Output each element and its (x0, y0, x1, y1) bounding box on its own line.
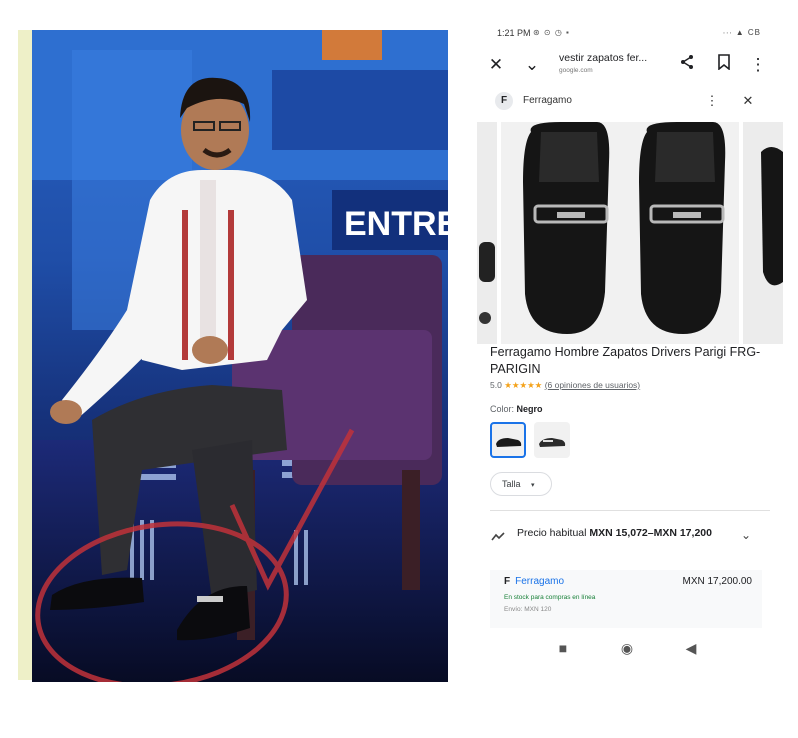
size-label: Talla (502, 479, 521, 489)
close-icon[interactable]: ✕ (485, 54, 507, 76)
chevron-down-icon[interactable]: ⌄ (521, 54, 543, 76)
status-system-icons: ∙∙∙ ▲ CB (722, 28, 761, 37)
result-card-header: F Ferragamo ⋮ ✕ (477, 90, 783, 114)
phone-screenshot: 1:21 PM ⊛ ⊙ ◷ ▪ ∙∙∙ ▲ CB ✕ ⌄ vestir zapa… (477, 14, 783, 686)
back-icon[interactable]: ◀ (681, 638, 701, 658)
gallery-next-image[interactable] (743, 122, 783, 344)
price-history-row[interactable]: Precio habitual MXN 15,072–MXN 17,200 ⌄ (477, 518, 783, 564)
photo-edge-strip (18, 30, 32, 680)
composite-image: ENTRE 1:21 PM ⊛ ⊙ ◷ ▪ ∙∙∙ ▲ CB ✕ ⌄ vesti… (0, 0, 798, 738)
color-label-text: Color: (490, 404, 515, 414)
product-title: Ferragamo Hombre Zapatos Drivers Parigi … (490, 345, 761, 376)
backdrop-accent (322, 30, 382, 60)
divider (490, 510, 770, 511)
trend-icon (491, 530, 505, 545)
offer-price: MXN 17,200.00 (682, 576, 753, 587)
rating-value: 5.0 (490, 380, 502, 390)
recent-apps-icon[interactable]: ■ (553, 638, 573, 658)
close-icon[interactable]: ✕ (739, 92, 757, 110)
offer-shipping: Envío: MXN 120 (504, 606, 552, 613)
browser-top-bar: ✕ ⌄ vestir zapatos fer... google.com ⋮ (477, 48, 783, 84)
product-image-loafers[interactable] (501, 122, 739, 344)
status-notification-icons: ⊛ ⊙ ◷ ▪ (533, 28, 570, 37)
more-vert-icon[interactable]: ⋮ (747, 54, 769, 76)
merchant-offer[interactable]: F Ferragamo MXN 17,200.00 En stock para c… (490, 570, 762, 628)
size-dropdown[interactable]: Talla ▾ (490, 472, 552, 496)
status-bar: 1:21 PM ⊛ ⊙ ◷ ▪ ∙∙∙ ▲ CB (497, 28, 767, 42)
color-label: Color: Negro (490, 404, 543, 414)
stage-photo-art: ENTRE (32, 30, 448, 682)
gallery-prev-image[interactable] (477, 122, 497, 344)
bookmark-icon[interactable] (713, 54, 735, 76)
offer-brand-initial: F (504, 576, 511, 587)
offer-brand-name: Ferragamo (515, 576, 565, 587)
price-range-value: MXN 15,072–MXN 17,200 (589, 527, 712, 539)
rating-row: 5.0 ★★★★★ (6 opiniones de usuarios) (490, 380, 640, 391)
left-loafer (523, 122, 610, 334)
share-icon[interactable] (676, 54, 698, 76)
right-loafer (639, 122, 726, 334)
more-vert-icon[interactable]: ⋮ (703, 92, 721, 110)
color-swatch-alt[interactable] (534, 422, 570, 458)
offer-stock: En stock para compras en línea (504, 594, 596, 601)
color-swatch-negro[interactable] (490, 422, 526, 458)
expand-chevron-icon[interactable]: ⌄ (741, 528, 751, 542)
offer-merchant[interactable]: F Ferragamo (504, 576, 564, 587)
brand-logo-icon: F (495, 92, 513, 110)
dropdown-arrow-icon: ▾ (531, 482, 535, 489)
stage-sign-text: ENTRE (344, 205, 448, 243)
reviews-link[interactable]: (6 opiniones de usuarios) (545, 380, 640, 390)
stage-photo: ENTRE (32, 30, 448, 682)
backdrop-panel (272, 70, 448, 150)
page-url: google.com (559, 67, 593, 74)
home-icon[interactable]: ◉ (617, 638, 637, 658)
product-image-gallery[interactable] (477, 122, 783, 344)
android-nav-bar: ■ ◉ ◀ (477, 634, 783, 662)
status-time: 1:21 PM (497, 28, 531, 38)
page-title: vestir zapatos fer... (559, 52, 648, 64)
price-range: Precio habitual MXN 15,072–MXN 17,200 (517, 526, 717, 541)
star-rating-icon: ★★★★★ (504, 380, 543, 390)
color-value: Negro (516, 404, 543, 414)
brand-name[interactable]: Ferragamo (523, 95, 572, 106)
price-label: Precio habitual (517, 527, 587, 539)
loafers-illustration (523, 122, 726, 334)
